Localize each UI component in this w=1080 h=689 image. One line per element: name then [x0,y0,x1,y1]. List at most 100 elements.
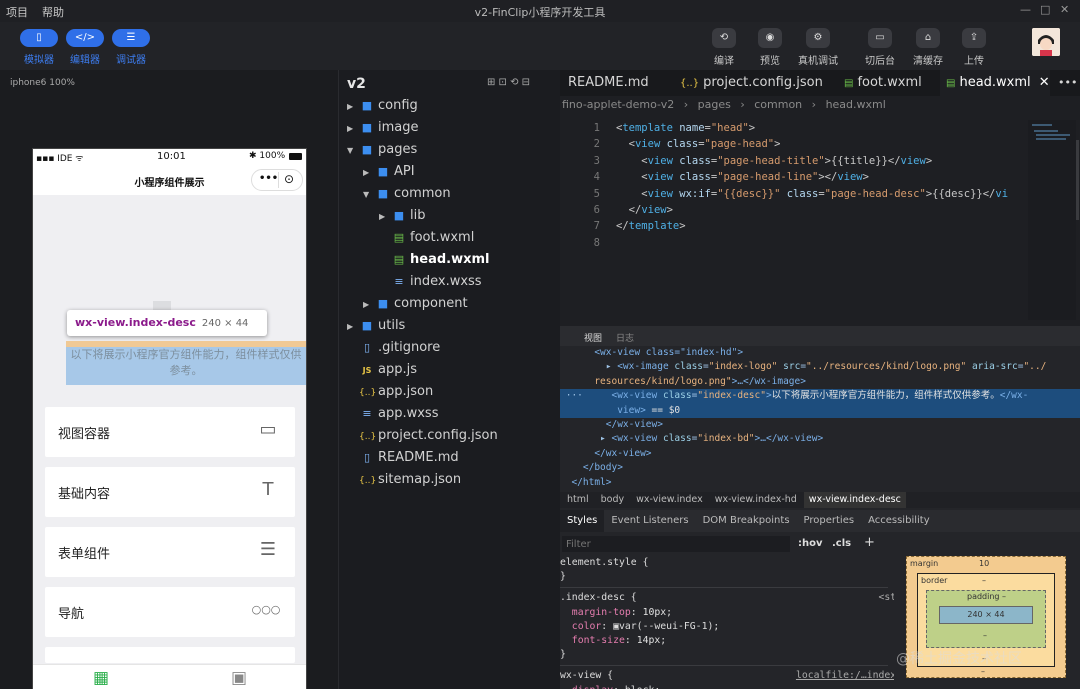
dom-tree[interactable]: <wx-view class="index-hd"> ▸ <wx-image c… [560,346,1080,492]
chevron-right-icon[interactable]: ▶ [379,206,391,228]
dom-node-selected[interactable]: ··· <wx-view class="index-desc">以下将展示小程序… [560,389,1080,404]
tab-foot-wxml[interactable]: ▤ foot.wxml [838,70,938,96]
tree-folder[interactable]: ▶ ■ config [347,95,557,117]
css-rule-line[interactable]: } [560,570,888,584]
tree-file[interactable]: {..} project.config.json [347,425,557,447]
upload-icon[interactable]: ⇪ [962,28,986,48]
tab-components[interactable]: ▦ 组件 [61,669,141,689]
editor-scrollbar[interactable] [1076,140,1079,220]
tree-file[interactable]: {..} sitemap.json [347,469,557,491]
styles-tab[interactable]: DOM Breakpoints [696,510,797,532]
css-rule-line[interactable]: } [560,648,888,662]
tree-folder[interactable]: ▶ ■ image [347,117,557,139]
css-rule-line[interactable]: .index-desc { <style> [560,591,920,605]
dom-breadcrumb-item[interactable]: html [562,492,594,508]
chevron-down-icon[interactable]: ▼ [363,184,375,206]
dom-node[interactable]: </wx-view> [560,447,1080,461]
tab-log[interactable]: 日志 [616,331,634,344]
tab-project-config[interactable]: {..} project.config.json [674,70,838,96]
dom-node[interactable]: </wx-view> [560,418,1080,432]
chevron-down-icon[interactable]: ▼ [347,140,359,162]
styles-tab[interactable]: Styles [560,510,605,532]
code-area[interactable]: 1 <template name="head"> 2 <view class="pa… [560,120,1030,251]
dom-breadcrumb-item[interactable]: wx-view.index-desc [803,492,906,508]
editor-mode-button[interactable]: </> [66,29,104,47]
remote-debug-button[interactable]: 真机调试 [793,52,843,67]
breadcrumb-common[interactable]: common [754,98,802,111]
tree-folder[interactable]: ▶ ■ lib [347,205,557,227]
dom-breadcrumb-item[interactable]: body [596,492,630,508]
dom-node[interactable]: </html> [560,476,1080,490]
tree-file[interactable]: JS app.js [347,359,557,381]
chevron-right-icon[interactable]: ▶ [347,96,359,118]
styles-tab[interactable]: Properties [797,510,862,532]
chevron-right-icon[interactable]: ▶ [363,162,375,184]
tree-file[interactable]: ▤ head.wxml [347,249,557,271]
tree-folder[interactable]: ▶ ■ component [347,293,557,315]
code-line[interactable]: 8 [560,235,1030,251]
debugger-mode-button[interactable]: ☰ [112,29,150,47]
tree-folder[interactable]: ▼ ■ pages [347,139,557,161]
remote-debug-icon[interactable]: ⚙ [806,28,830,48]
dom-node[interactable]: ▸ <wx-image class="index-logo" src="../r… [560,360,1080,374]
highlighted-index-desc[interactable]: 以下将展示小程序官方组件能力，组件样式仅供参考。 [66,341,306,385]
tab-view[interactable]: 视图 [584,331,602,344]
card-form-components[interactable]: 表单组件 ☰ [45,527,295,577]
device-selector[interactable]: iphone6 100% [10,78,75,88]
tree-file[interactable]: ≡ app.wxss [347,403,557,425]
code-line[interactable]: 5 <view wx:if="{{desc}}" class="page-hea… [560,186,1030,202]
chevron-right-icon[interactable]: ▶ [363,294,375,316]
dom-node[interactable]: <wx-view class="index-hd"> [560,346,1080,360]
tree-file[interactable]: ▯ README.md [347,447,557,469]
code-line[interactable]: 2 <view class="page-head"> [560,136,1030,152]
code-line[interactable]: 6 </view> [560,202,1030,218]
dom-node[interactable]: resources/kind/logo.png">…</wx-image> [560,375,1080,389]
css-rule-line[interactable]: font-size: 14px; [560,634,888,648]
styles-filter-input[interactable] [562,536,790,552]
dom-breadcrumb-item[interactable]: wx-view.index [631,492,708,508]
close-mini-program-icon[interactable]: ⊙ [284,172,294,186]
maximize-icon[interactable]: □ [1040,3,1050,16]
simulator-mode-button[interactable]: ▯ [20,29,58,47]
styles-tab[interactable]: Event Listeners [604,510,695,532]
css-rule-line[interactable]: margin-top: 10px; [560,606,888,620]
explorer-actions-icon[interactable]: ⊞ ⊡ ⟲ ⊟ [487,77,530,88]
box-model-content[interactable]: 240 × 44 [939,606,1033,624]
styles-tab[interactable]: Accessibility [861,510,937,532]
preview-icon[interactable]: ◉ [758,28,782,48]
phone-screen[interactable]: ▪▪▪ IDE ᯤ 10:01 ✱ 100% 小程序组件展示 ••• ⊙ wx-… [32,148,307,689]
dom-node[interactable]: ▸ <wx-view class="index-bd">…</wx-view> [560,432,1080,446]
code-line[interactable]: 7 </template> [560,218,1030,234]
card-navigation[interactable]: 导航 ○○○ [45,587,295,637]
preview-button[interactable]: 预览 [745,52,795,67]
minimize-icon[interactable]: — [1020,3,1031,16]
more-icon[interactable]: ••• [259,173,278,184]
upload-button[interactable]: 上传 [949,52,999,67]
box-model-padding[interactable]: padding – 240 × 44 – [926,590,1046,648]
card-view-container[interactable]: 视图容器 ▭ [45,407,295,457]
class-toggle[interactable]: .cls [832,538,851,549]
background-button[interactable]: 切后台 [855,52,905,67]
css-rule-line[interactable]: element.style { [560,556,888,570]
clear-cache-button[interactable]: 清缓存 [903,52,953,67]
more-tabs-icon[interactable]: ••• [1052,70,1080,96]
tree-folder[interactable]: ▶ ■ utils [347,315,557,337]
css-rule-line[interactable]: display: block; [560,684,888,689]
tab-api[interactable]: ▣ 接口 [199,669,279,689]
hover-state-toggle[interactable]: :hov [798,538,823,549]
code-line[interactable]: 3 <view class="page-head-title">{{title}… [560,153,1030,169]
dom-node-selected[interactable]: view> == $0 [560,403,1080,418]
dom-breadcrumb-item[interactable]: wx-view.index-hd [710,492,802,508]
chevron-right-icon[interactable]: ▶ [347,118,359,140]
clear-cache-icon[interactable]: ⌂ [916,28,940,48]
styles-pane[interactable]: element.style {} .index-desc { <style> ma… [560,556,932,689]
dom-node[interactable]: </body> [560,461,1080,475]
avatar[interactable] [1032,28,1060,56]
compile-icon[interactable]: ⟲ [712,28,736,48]
close-tab-icon[interactable]: ✕ [1039,75,1050,90]
tab-head-wxml[interactable]: ▤ head.wxml ✕ [940,70,1050,96]
breadcrumb-file[interactable]: head.wxml [826,98,886,111]
background-icon[interactable]: ▭ [868,28,892,48]
tab-readme[interactable]: README.md [562,70,674,96]
code-line[interactable]: 1 <template name="head"> [560,120,1030,136]
